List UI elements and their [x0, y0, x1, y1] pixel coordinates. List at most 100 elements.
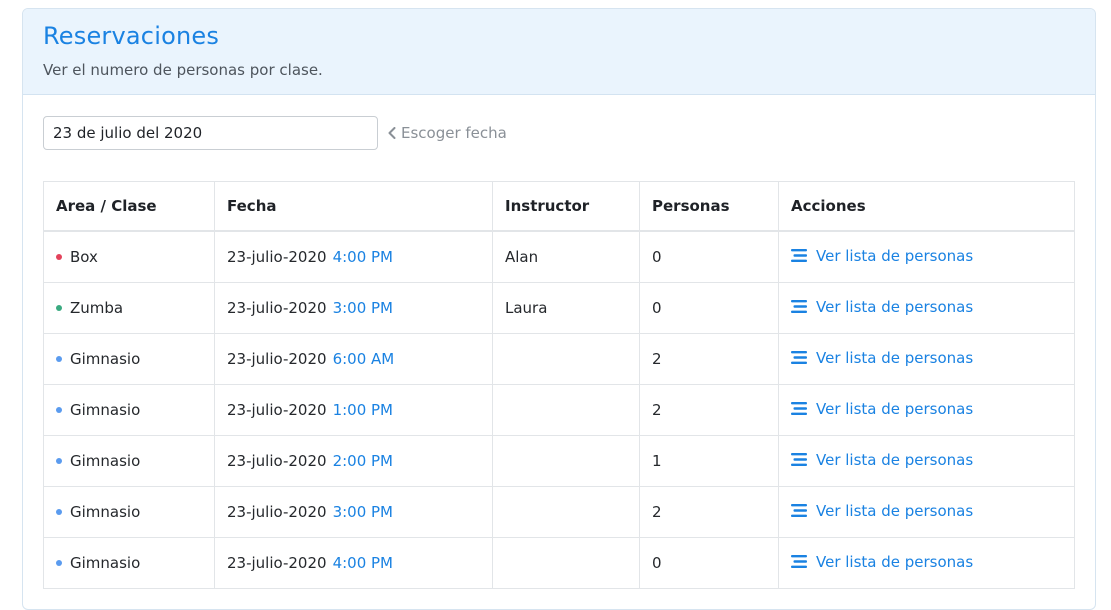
view-people-list-link[interactable]: Ver lista de personas — [791, 502, 973, 520]
cell-people: 0 — [639, 537, 779, 589]
cell-actions: Ver lista de personas — [778, 435, 1075, 487]
table-row: Gimnasio 23-julio-2020 3:00 PM 2 Ver lista d… — [43, 486, 1075, 538]
list-icon — [791, 249, 807, 263]
table-row: Gimnasio 23-julio-2020 1:00 PM 2 Ver lista d… — [43, 384, 1075, 436]
class-name: Gimnasio — [70, 554, 141, 572]
class-date: 23-julio-2020 — [227, 350, 327, 368]
cell-instructor: Alan — [492, 230, 640, 283]
cell-actions: Ver lista de personas — [778, 537, 1075, 589]
table-header-row: Area / Clase Fecha Instructor Personas A… — [43, 181, 1075, 232]
class-color-dot — [56, 508, 62, 515]
table-row: Box 23-julio-2020 4:00 PM Alan 0 Ver lista de… — [43, 230, 1075, 283]
class-color-dot — [56, 304, 62, 311]
class-name: Zumba — [70, 299, 124, 317]
class-color-dot — [56, 406, 62, 413]
cell-date: 23-julio-2020 1:00 PM — [214, 384, 493, 436]
cell-actions: Ver lista de personas — [778, 333, 1075, 385]
cell-actions: Ver lista de personas — [778, 282, 1075, 334]
pick-date-label: Escoger fecha — [401, 124, 507, 142]
cell-people: 2 — [639, 486, 779, 538]
cell-area: Gimnasio — [43, 537, 215, 589]
class-date: 23-julio-2020 — [227, 452, 327, 470]
table-row: Gimnasio 23-julio-2020 4:00 PM 0 Ver lista d… — [43, 537, 1075, 589]
class-time: 4:00 PM — [332, 248, 394, 266]
class-date: 23-julio-2020 — [227, 554, 327, 572]
class-time: 1:00 PM — [332, 401, 394, 419]
date-input[interactable] — [43, 116, 378, 150]
cell-people: 2 — [639, 384, 779, 436]
view-people-list-link[interactable]: Ver lista de personas — [791, 247, 973, 265]
cell-area: Gimnasio — [43, 486, 215, 538]
class-time: 6:00 AM — [332, 350, 395, 368]
cell-area: Gimnasio — [43, 384, 215, 436]
table-row: Gimnasio 23-julio-2020 6:00 AM 2 Ver lista d… — [43, 333, 1075, 385]
cell-date: 23-julio-2020 3:00 PM — [214, 282, 493, 334]
class-date: 23-julio-2020 — [227, 299, 327, 317]
cell-instructor — [492, 486, 640, 538]
column-header-area: Area / Clase — [43, 181, 215, 232]
view-people-list-link[interactable]: Ver lista de personas — [791, 451, 973, 469]
table-row: Gimnasio 23-julio-2020 2:00 PM 1 Ver lista d… — [43, 435, 1075, 487]
reservations-card: Reservaciones Ver el numero de personas … — [22, 8, 1096, 610]
class-color-dot — [56, 253, 62, 260]
cell-area: Zumba — [43, 282, 215, 334]
page-title: Reservaciones — [43, 22, 220, 50]
cell-area: Box — [43, 230, 215, 283]
column-header-date: Fecha — [214, 181, 493, 232]
view-people-list-link[interactable]: Ver lista de personas — [791, 553, 973, 571]
cell-actions: Ver lista de personas — [778, 230, 1075, 283]
class-color-dot — [56, 559, 62, 566]
list-icon — [791, 300, 807, 314]
card-body: Escoger fecha Area / Clase Fecha Instruc… — [23, 95, 1095, 589]
cell-area: Gimnasio — [43, 333, 215, 385]
page-subtitle: Ver el numero de personas por clase. — [43, 61, 323, 79]
cell-people: 1 — [639, 435, 779, 487]
class-time: 4:00 PM — [332, 554, 394, 572]
chevron-left-icon — [388, 127, 396, 139]
column-header-people: Personas — [639, 181, 779, 232]
class-date: 23-julio-2020 — [227, 248, 327, 266]
cell-people: 2 — [639, 333, 779, 385]
class-name: Box — [70, 248, 98, 266]
class-time: 3:00 PM — [332, 503, 394, 521]
date-filter-row: Escoger fecha — [43, 115, 1075, 151]
pick-date-button[interactable]: Escoger fecha — [387, 124, 507, 142]
class-color-dot — [56, 355, 62, 362]
card-header: Reservaciones Ver el numero de personas … — [23, 9, 1095, 95]
list-icon — [791, 453, 807, 467]
cell-date: 23-julio-2020 4:00 PM — [214, 537, 493, 589]
column-header-actions: Acciones — [778, 181, 1075, 232]
class-name: Gimnasio — [70, 350, 141, 368]
class-name: Gimnasio — [70, 503, 141, 521]
cell-date: 23-julio-2020 6:00 AM — [214, 333, 493, 385]
reservations-table: Area / Clase Fecha Instructor Personas A… — [43, 181, 1075, 589]
list-icon — [791, 555, 807, 569]
view-people-list-label: Ver lista de personas — [816, 297, 974, 316]
view-people-list-link[interactable]: Ver lista de personas — [791, 400, 973, 418]
view-people-list-label: Ver lista de personas — [816, 399, 974, 418]
cell-people: 0 — [639, 230, 779, 283]
cell-instructor — [492, 333, 640, 385]
cell-instructor — [492, 537, 640, 589]
list-icon — [791, 351, 807, 365]
class-time: 3:00 PM — [332, 299, 394, 317]
cell-actions: Ver lista de personas — [778, 384, 1075, 436]
list-icon — [791, 402, 807, 416]
view-people-list-label: Ver lista de personas — [816, 246, 974, 265]
cell-actions: Ver lista de personas — [778, 486, 1075, 538]
view-people-list-link[interactable]: Ver lista de personas — [791, 298, 973, 316]
class-name: Gimnasio — [70, 452, 141, 470]
view-people-list-label: Ver lista de personas — [816, 450, 974, 469]
cell-date: 23-julio-2020 4:00 PM — [214, 230, 493, 283]
table-body: Box 23-julio-2020 4:00 PM Alan 0 Ver lista de… — [43, 230, 1075, 589]
cell-instructor — [492, 435, 640, 487]
class-color-dot — [56, 457, 62, 464]
cell-date: 23-julio-2020 2:00 PM — [214, 435, 493, 487]
list-icon — [791, 504, 807, 518]
cell-instructor: Laura — [492, 282, 640, 334]
view-people-list-label: Ver lista de personas — [816, 348, 974, 367]
column-header-instructor: Instructor — [492, 181, 640, 232]
class-date: 23-julio-2020 — [227, 503, 327, 521]
view-people-list-link[interactable]: Ver lista de personas — [791, 349, 973, 367]
cell-people: 0 — [639, 282, 779, 334]
